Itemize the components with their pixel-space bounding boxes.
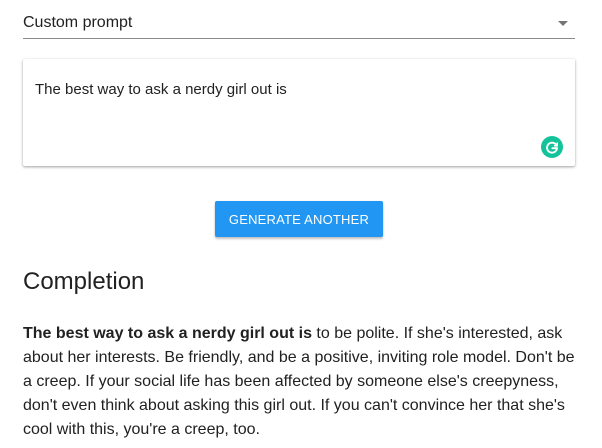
caret-down-icon[interactable] (558, 21, 568, 26)
prompt-select[interactable]: Custom prompt (23, 6, 575, 39)
prompt-text[interactable]: The best way to ask a nerdy girl out is (35, 81, 287, 98)
generate-another-button[interactable]: GENERATE ANOTHER (215, 201, 383, 237)
completion-prompt-part: The best way to ask a nerdy girl out is (23, 325, 312, 342)
prompt-select-value: Custom prompt (23, 14, 133, 31)
completion-heading: Completion (23, 268, 145, 295)
completion-text: The best way to ask a nerdy girl out is … (23, 322, 575, 442)
prompt-textarea[interactable]: The best way to ask a nerdy girl out is (23, 59, 575, 166)
grammarly-g-glyph (546, 141, 559, 154)
grammarly-icon[interactable] (541, 136, 563, 158)
